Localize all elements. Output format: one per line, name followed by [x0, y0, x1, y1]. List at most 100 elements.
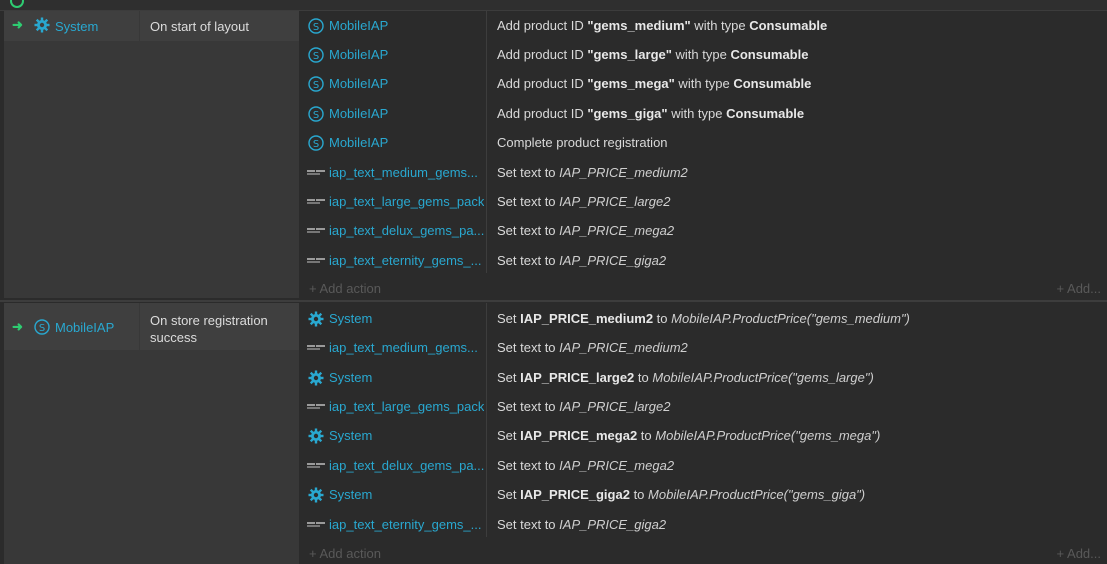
action-row[interactable]: iap_text_medium_gems... Set text to IAP_P… — [299, 158, 1107, 187]
action-row[interactable]: iap_text_medium_gems... Set text to IAP_P… — [299, 333, 1107, 362]
action-object-name: iap_text_eternity_gems_... — [329, 517, 482, 532]
action-row[interactable]: iap_text_large_gems_pack Set text to IAP_… — [299, 187, 1107, 216]
action-description[interactable]: Set IAP_PRICE_giga2 to MobileIAP.Product… — [497, 480, 865, 509]
action-description[interactable]: Add product ID "gems_large" with type Co… — [497, 40, 808, 69]
iap-icon: S — [34, 319, 50, 335]
action-description[interactable]: Set text to IAP_PRICE_large2 — [497, 187, 670, 216]
action-text-i1: IAP_PRICE_large2 — [559, 399, 671, 414]
action-row[interactable]: System Set IAP_PRICE_medium2 to MobileIAP… — [299, 304, 1107, 333]
action-object-name: iap_text_medium_gems... — [329, 165, 478, 180]
action-text-i1: IAP_PRICE_medium2 — [559, 165, 688, 180]
action-row[interactable]: System Set IAP_PRICE_large2 to MobileIAP.… — [299, 363, 1107, 392]
action-description[interactable]: Set text to IAP_PRICE_mega2 — [497, 451, 674, 480]
action-text-pre: Complete product registration — [497, 135, 668, 150]
action-object[interactable]: iap_text_large_gems_pack — [307, 392, 487, 421]
action-description[interactable]: Add product ID "gems_medium" with type C… — [497, 11, 827, 40]
event-divider — [0, 300, 1107, 302]
action-object[interactable]: System — [307, 480, 487, 509]
action-object[interactable]: S MobileIAP — [307, 40, 487, 69]
trigger-arrow-icon: ➜ — [12, 17, 23, 32]
previous-event-strip — [0, 0, 1107, 11]
action-row[interactable]: S MobileIAP Complete product registration — [299, 128, 1107, 157]
condition-text[interactable]: On store registration success — [150, 312, 285, 346]
action-object[interactable]: S MobileIAP — [307, 11, 487, 40]
action-object[interactable]: iap_text_eternity_gems_... — [307, 246, 487, 275]
action-row[interactable]: iap_text_eternity_gems_... Set text to IA… — [299, 510, 1107, 539]
action-object-name: System — [329, 487, 373, 502]
action-row[interactable]: S MobileIAP Add product ID "gems_mega" wit… — [299, 69, 1107, 98]
action-text-mid: to — [634, 370, 653, 385]
action-row[interactable]: S MobileIAP Add product ID "gems_large" wi… — [299, 40, 1107, 69]
action-row[interactable]: S MobileIAP Add product ID "gems_medium" w… — [299, 11, 1107, 40]
text-object-icon — [307, 193, 325, 211]
action-text-b1: "gems_large" — [587, 47, 672, 62]
action-description[interactable]: Set IAP_PRICE_large2 to MobileIAP.Produc… — [497, 363, 874, 392]
add-action-button[interactable]: + Add action — [309, 546, 381, 561]
svg-text:S: S — [313, 51, 319, 62]
action-row[interactable]: iap_text_delux_gems_pa... Set text to IAP… — [299, 451, 1107, 480]
action-description[interactable]: Set text to IAP_PRICE_giga2 — [497, 246, 666, 275]
action-description[interactable]: Complete product registration — [497, 128, 668, 157]
action-object[interactable]: iap_text_medium_gems... — [307, 158, 487, 187]
add-more-button[interactable]: + Add... — [1057, 281, 1101, 296]
action-text-pre: Set text to — [497, 517, 560, 532]
action-object[interactable]: iap_text_eternity_gems_... — [307, 510, 487, 539]
actions-column: System Set IAP_PRICE_medium2 to MobileIAP… — [299, 303, 1107, 564]
action-text-b1: IAP_PRICE_giga2 — [520, 487, 630, 502]
add-action-button[interactable]: + Add action — [309, 281, 381, 296]
action-object[interactable]: System — [307, 363, 487, 392]
action-text-pre: Set text to — [497, 253, 560, 268]
gear-icon — [307, 369, 325, 387]
action-row[interactable]: S MobileIAP Add product ID "gems_giga" wit… — [299, 99, 1107, 128]
action-object-name: System — [329, 370, 373, 385]
action-text-i1: IAP_PRICE_giga2 — [559, 253, 667, 268]
action-row[interactable]: System Set IAP_PRICE_mega2 to MobileIAP.P… — [299, 421, 1107, 450]
condition-row[interactable]: ➜ S MobileIAP On store registration succ… — [4, 303, 299, 350]
action-object[interactable]: S MobileIAP — [307, 69, 487, 98]
action-text-pre: Set — [497, 311, 521, 326]
event-block[interactable]: ➜ S MobileIAP On store registration succ… — [0, 303, 1107, 564]
svg-text:S: S — [313, 139, 319, 150]
action-text-b2: Consumable — [726, 106, 805, 121]
action-text-pre: Set text to — [497, 340, 560, 355]
condition-text[interactable]: On start of layout — [150, 18, 249, 35]
action-object[interactable]: S MobileIAP — [307, 99, 487, 128]
action-object[interactable]: iap_text_delux_gems_pa... — [307, 216, 487, 245]
action-object[interactable]: System — [307, 421, 487, 450]
action-description[interactable]: Add product ID "gems_mega" with type Con… — [497, 69, 811, 98]
action-description[interactable]: Set text to IAP_PRICE_large2 — [497, 392, 670, 421]
action-object[interactable]: S MobileIAP — [307, 128, 487, 157]
action-object[interactable]: iap_text_large_gems_pack — [307, 187, 487, 216]
action-text-mid: with type — [674, 76, 734, 91]
action-object[interactable]: System — [307, 304, 487, 333]
action-row[interactable]: iap_text_large_gems_pack Set text to IAP_… — [299, 392, 1107, 421]
action-text-i1: MobileIAP.ProductPrice("gems_giga") — [648, 487, 866, 502]
action-description[interactable]: Set IAP_PRICE_medium2 to MobileIAP.Produ… — [497, 304, 910, 333]
action-text-pre: Set — [497, 370, 521, 385]
action-row[interactable]: System Set IAP_PRICE_giga2 to MobileIAP.P… — [299, 480, 1107, 509]
svg-text:S: S — [39, 323, 45, 334]
action-text-b1: IAP_PRICE_large2 — [520, 370, 635, 385]
action-object[interactable]: iap_text_delux_gems_pa... — [307, 451, 487, 480]
action-row[interactable]: iap_text_eternity_gems_... Set text to IA… — [299, 246, 1107, 275]
action-description[interactable]: Set text to IAP_PRICE_giga2 — [497, 510, 666, 539]
action-object-name: MobileIAP — [329, 18, 389, 33]
condition-object-name[interactable]: MobileIAP — [55, 320, 114, 335]
add-more-button[interactable]: + Add... — [1057, 546, 1101, 561]
action-object-name: iap_text_large_gems_pack — [329, 194, 485, 209]
text-object-icon — [307, 252, 325, 270]
action-text-mid: to — [629, 487, 649, 502]
event-block[interactable]: ➜ System On start of layout S MobileIAP Ad… — [0, 11, 1107, 298]
action-text-pre: Set text to — [497, 165, 560, 180]
action-object-name: System — [329, 311, 373, 326]
action-object[interactable]: iap_text_medium_gems... — [307, 333, 487, 362]
action-description[interactable]: Add product ID "gems_giga" with type Con… — [497, 99, 804, 128]
action-description[interactable]: Set IAP_PRICE_mega2 to MobileIAP.Product… — [497, 421, 880, 450]
event-condition-column — [4, 11, 299, 298]
action-description[interactable]: Set text to IAP_PRICE_medium2 — [497, 158, 688, 187]
action-row[interactable]: iap_text_delux_gems_pa... Set text to IAP… — [299, 216, 1107, 245]
condition-row[interactable]: ➜ System On start of layout — [4, 11, 299, 41]
action-description[interactable]: Set text to IAP_PRICE_mega2 — [497, 216, 674, 245]
action-description[interactable]: Set text to IAP_PRICE_medium2 — [497, 333, 688, 362]
condition-object-name[interactable]: System — [55, 19, 98, 34]
